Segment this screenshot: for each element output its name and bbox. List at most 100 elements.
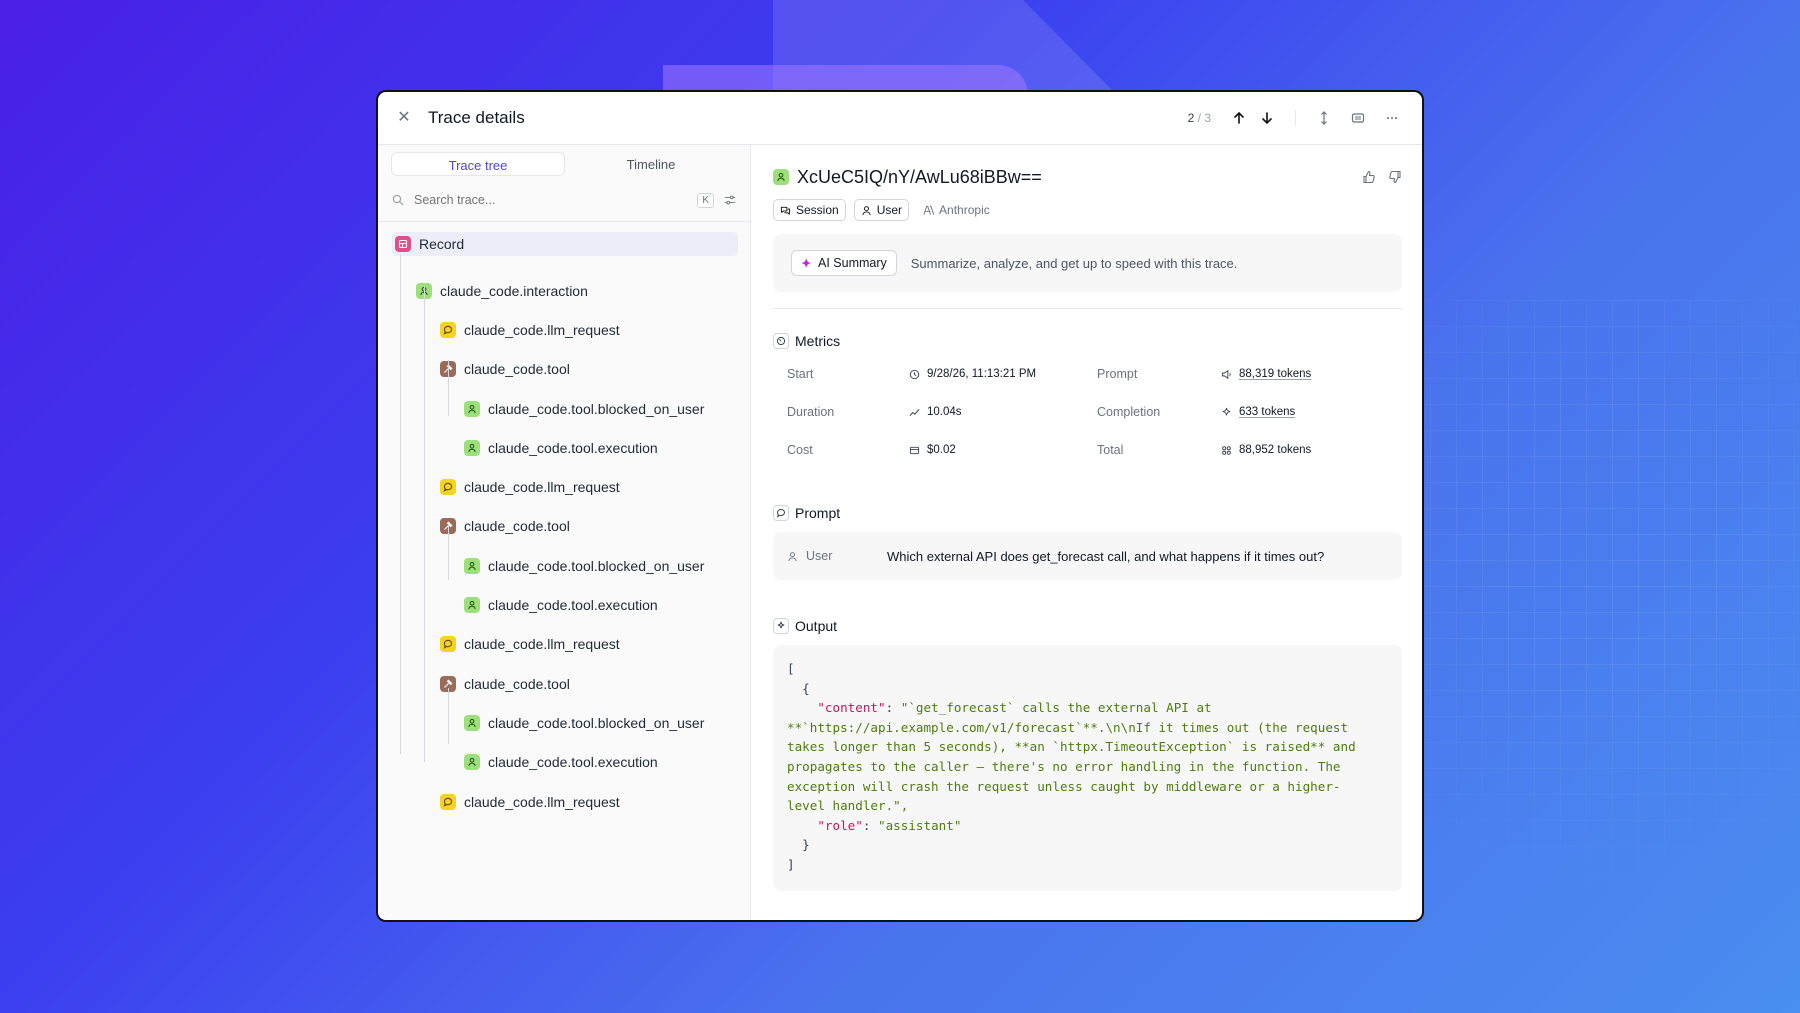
person-icon bbox=[773, 169, 789, 185]
session-badge[interactable]: Session bbox=[773, 199, 846, 221]
chat-bubble-icon bbox=[773, 505, 789, 521]
panel-toggle-button[interactable] bbox=[1346, 106, 1370, 130]
sparkle-outline-icon bbox=[773, 618, 789, 634]
close-icon[interactable]: ✕ bbox=[396, 110, 412, 126]
tree-node[interactable]: claude_code.tool.execution bbox=[378, 585, 750, 624]
tree-node[interactable]: claude_code.llm_request bbox=[378, 310, 750, 349]
next-trace-button[interactable] bbox=[1255, 106, 1279, 130]
chat-bubble-icon bbox=[440, 321, 456, 338]
tree-node[interactable]: claude_code.tool.blocked_on_user bbox=[378, 546, 750, 585]
trace-sidebar: Trace tree Timeline K Record claude_code.… bbox=[378, 145, 751, 920]
panel-icon bbox=[1351, 113, 1365, 123]
chat-icon bbox=[780, 206, 791, 215]
chat-bubble-icon bbox=[440, 479, 456, 496]
shortcut-key: K bbox=[697, 192, 714, 208]
tree-node-label: claude_code.tool.execution bbox=[488, 597, 658, 614]
titlebar-controls: 2 / 3 bbox=[1188, 106, 1404, 130]
megaphone-icon bbox=[1221, 369, 1231, 379]
tab-timeline[interactable]: Timeline bbox=[565, 152, 737, 176]
arrow-down-icon bbox=[1262, 112, 1272, 125]
trace-badges: Session User Anthropic bbox=[773, 199, 1402, 221]
prompt-tokens-label: Prompt bbox=[1097, 367, 1138, 381]
thumbs-up-icon[interactable] bbox=[1362, 170, 1376, 184]
thumbs-down-icon[interactable] bbox=[1388, 170, 1402, 184]
search-input[interactable] bbox=[414, 193, 698, 207]
provider-label: Anthropic bbox=[939, 203, 990, 217]
pager-arrows bbox=[1227, 106, 1279, 130]
trace-tree: Record claude_code.interaction claude_code… bbox=[378, 222, 750, 821]
tree-node[interactable]: claude_code.interaction bbox=[378, 271, 750, 310]
tree-node-label: claude_code.tool.execution bbox=[488, 439, 658, 456]
ai-summary-button[interactable]: AI Summary bbox=[791, 250, 897, 276]
tree-node-label: claude_code.interaction bbox=[440, 282, 588, 299]
duration-label: Duration bbox=[787, 405, 835, 419]
ai-summary-label: AI Summary bbox=[818, 256, 887, 270]
search-bar: K bbox=[388, 185, 740, 215]
tree-node[interactable]: claude_code.tool bbox=[378, 664, 750, 703]
tree-node-label: claude_code.tool bbox=[464, 518, 570, 535]
tab-trace-tree[interactable]: Trace tree bbox=[391, 152, 565, 176]
tree-node[interactable]: claude_code.tool.execution bbox=[378, 743, 750, 782]
pager-total: / 3 bbox=[1197, 111, 1211, 125]
tree-node-label: Record bbox=[419, 236, 465, 252]
pager-current: 2 bbox=[1187, 111, 1195, 125]
total-tokens-label: Total bbox=[1097, 443, 1124, 457]
prompt-role: User bbox=[787, 549, 887, 563]
cost-value: $0.02 bbox=[909, 441, 1097, 459]
tree-guide-line bbox=[424, 286, 425, 762]
more-options-button[interactable] bbox=[1380, 106, 1404, 130]
tree-node[interactable]: claude_code.tool bbox=[378, 350, 750, 389]
prompt-tokens-text: 88,319 tokens bbox=[1239, 368, 1312, 380]
prompt-text: Which external API does get_forecast cal… bbox=[887, 548, 1325, 564]
start-label: Start bbox=[787, 367, 814, 381]
user-icon bbox=[862, 205, 871, 215]
total-tokens-value: 88,952 tokens bbox=[1221, 441, 1402, 459]
previous-trace-button[interactable] bbox=[1227, 106, 1251, 130]
filter-icon[interactable] bbox=[724, 194, 736, 206]
tree-guide-line bbox=[400, 254, 401, 754]
tree-node-label: claude_code.tool bbox=[464, 361, 570, 378]
trace-detail-panel: XcUeC5IQ/nY/AwLu68iBBw== Session User An… bbox=[751, 145, 1422, 920]
tree-guide-line bbox=[448, 360, 449, 416]
clock-icon bbox=[909, 369, 920, 379]
sparkle-icon bbox=[801, 258, 811, 267]
metrics-grid: Start 9/28/26, 11:13:21 PM Prompt 88,319… bbox=[773, 365, 1402, 459]
tree-node[interactable]: claude_code.tool.execution bbox=[378, 428, 750, 467]
person-icon bbox=[464, 597, 480, 614]
expand-vertical-icon bbox=[1321, 111, 1327, 125]
expand-button[interactable] bbox=[1312, 106, 1336, 130]
tree-node[interactable]: claude_code.llm_request bbox=[378, 467, 750, 506]
record-icon bbox=[395, 236, 411, 252]
duration-text: 10.04s bbox=[927, 406, 962, 418]
prompt-heading: Prompt bbox=[773, 505, 1402, 521]
metrics-title: Metrics bbox=[795, 333, 841, 349]
prompt-title: Prompt bbox=[795, 505, 841, 521]
tree-node[interactable]: claude_code.llm_request bbox=[378, 782, 750, 821]
user-label: User bbox=[876, 203, 903, 217]
person-icon bbox=[464, 714, 480, 731]
tree-node[interactable]: claude_code.tool.blocked_on_user bbox=[378, 389, 750, 428]
total-tokens-text: 88,952 tokens bbox=[1239, 444, 1312, 456]
wallet-icon bbox=[909, 446, 920, 454]
completion-tokens-label: Completion bbox=[1097, 405, 1161, 419]
session-label: Session bbox=[796, 203, 839, 217]
output-heading: Output bbox=[773, 618, 1402, 634]
more-horizontal-icon bbox=[1387, 117, 1397, 119]
completion-tokens-value[interactable]: 633 tokens bbox=[1221, 403, 1402, 421]
tree-node[interactable]: claude_code.tool bbox=[378, 507, 750, 546]
tree-guide-line bbox=[448, 524, 449, 580]
cost-text: $0.02 bbox=[927, 444, 956, 456]
tree-node-label: claude_code.llm_request bbox=[464, 793, 620, 810]
tree-node[interactable]: Record bbox=[392, 232, 738, 256]
tree-node-label: claude_code.llm_request bbox=[464, 321, 620, 338]
prompt-tokens-value[interactable]: 88,319 tokens bbox=[1221, 365, 1402, 383]
prompt-message: User Which external API does get_forecas… bbox=[773, 532, 1402, 580]
user-badge[interactable]: User bbox=[853, 199, 910, 221]
window-title: Trace details bbox=[428, 108, 525, 127]
tree-node[interactable]: claude_code.llm_request bbox=[378, 625, 750, 664]
tree-node-label: claude_code.tool.blocked_on_user bbox=[488, 714, 705, 731]
person-icon bbox=[464, 557, 480, 574]
tree-node[interactable]: claude_code.tool.blocked_on_user bbox=[378, 703, 750, 742]
role-key: "role" bbox=[817, 817, 863, 833]
anthropic-icon bbox=[923, 205, 935, 215]
